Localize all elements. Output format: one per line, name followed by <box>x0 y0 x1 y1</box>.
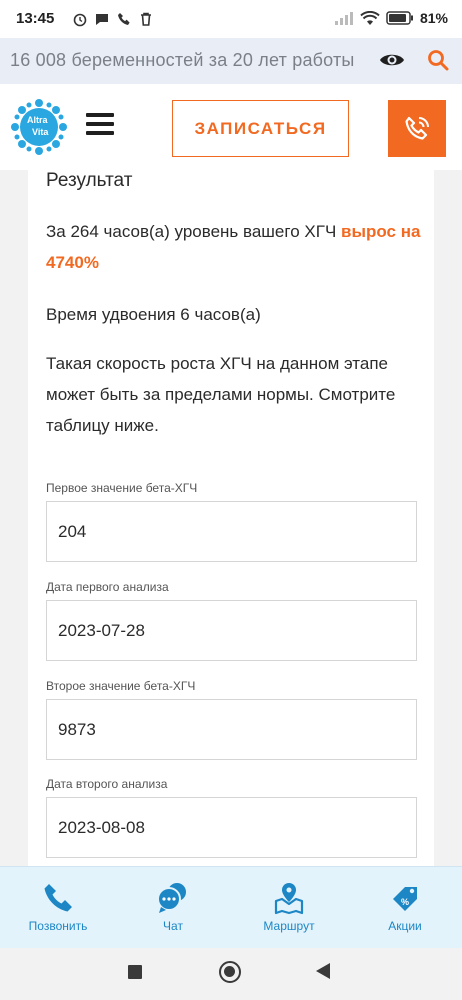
status-time: 13:45 <box>16 10 55 27</box>
menu-icon[interactable] <box>86 113 114 135</box>
system-nav-bar <box>0 948 462 1000</box>
bottom-chat-label: Чат <box>163 919 183 933</box>
first-value-label: Первое значение бета-ХГЧ <box>46 481 198 495</box>
info-strip-text: 16 008 беременностей за 20 лет работы <box>10 50 355 70</box>
trash-icon <box>141 12 151 26</box>
bottom-call-button[interactable]: Позвонить <box>18 881 98 933</box>
phone-status-icon <box>118 13 130 25</box>
status-system-icons: 81% <box>334 10 448 26</box>
second-date-label: Дата второго анализа <box>46 777 168 791</box>
call-button[interactable] <box>388 100 446 157</box>
logo[interactable]: Altra Vita <box>10 98 68 156</box>
map-route-icon <box>274 883 304 915</box>
site-header: Altra Vita ЗАПИСАТЬСЯ <box>0 84 462 170</box>
second-value-label: Второе значение бета-ХГЧ <box>46 679 196 693</box>
recent-apps-icon[interactable] <box>128 965 142 979</box>
eye-icon[interactable] <box>378 49 406 71</box>
logo-text-altra: Altra <box>27 115 48 125</box>
result-summary-text: За 264 часов(а) уровень вашего ХГЧ <box>46 222 341 241</box>
result-note: Такая скорость роста ХГЧ на данном этапе… <box>46 354 396 435</box>
bottom-call-label: Позвонить <box>28 919 88 933</box>
second-date-input-text: 2023-08-08 <box>58 817 145 837</box>
signup-button[interactable]: ЗАПИСАТЬСЯ <box>172 100 349 157</box>
signal-icon <box>334 12 353 25</box>
first-date-label: Дата первого анализа <box>46 580 169 594</box>
battery-percent: 81% <box>419 10 448 26</box>
phone-call-icon <box>405 116 429 140</box>
doubling-time: Время удвоения 6 часов(а) <box>46 305 261 324</box>
second-value-input[interactable]: 9873 <box>46 699 417 760</box>
logo-text-vita: Vita <box>32 127 49 137</box>
first-date-input-text: 2023-07-28 <box>58 620 145 640</box>
result-summary: За 264 часов(а) уровень вашего ХГЧ вырос… <box>46 216 426 278</box>
bottom-promo-label: Акции <box>388 919 422 933</box>
status-notification-icons <box>72 11 154 27</box>
bottom-promo-button[interactable]: % Акции <box>365 881 445 933</box>
hcg-result-card: Результат За 264 часов(а) уровень вашего… <box>28 170 434 870</box>
info-strip: 16 008 беременностей за 20 лет работы <box>0 38 462 84</box>
first-value-input[interactable]: 204 <box>46 501 417 562</box>
result-title: Результат <box>46 170 133 191</box>
first-date-input[interactable]: 2023-07-28 <box>46 600 417 661</box>
svg-text:%: % <box>401 897 409 907</box>
wifi-icon <box>360 10 380 25</box>
bottom-chat-button[interactable]: Чат <box>133 881 213 933</box>
first-value-input-text: 204 <box>58 521 87 541</box>
discount-tag-icon: % <box>393 887 417 911</box>
phone-icon <box>44 884 72 912</box>
second-date-input[interactable]: 2023-08-08 <box>46 797 417 858</box>
home-icon[interactable] <box>219 961 241 983</box>
bottom-route-label: Маршрут <box>263 919 315 933</box>
alarm-icon <box>73 13 87 27</box>
status-bar: 13:45 81% <box>0 0 462 38</box>
bottom-route-button[interactable]: Маршрут <box>249 881 329 933</box>
search-icon[interactable] <box>426 48 450 72</box>
page: 13:45 81% 16 008 беременностей за 20 лет… <box>0 0 462 1000</box>
chat-icon <box>157 883 186 913</box>
back-icon[interactable] <box>316 963 330 979</box>
message-icon <box>96 14 108 25</box>
bottom-action-bar: Позвонить Чат Маршрут % Акции <box>0 866 462 948</box>
second-value-input-text: 9873 <box>58 719 96 739</box>
battery-icon <box>386 11 413 25</box>
